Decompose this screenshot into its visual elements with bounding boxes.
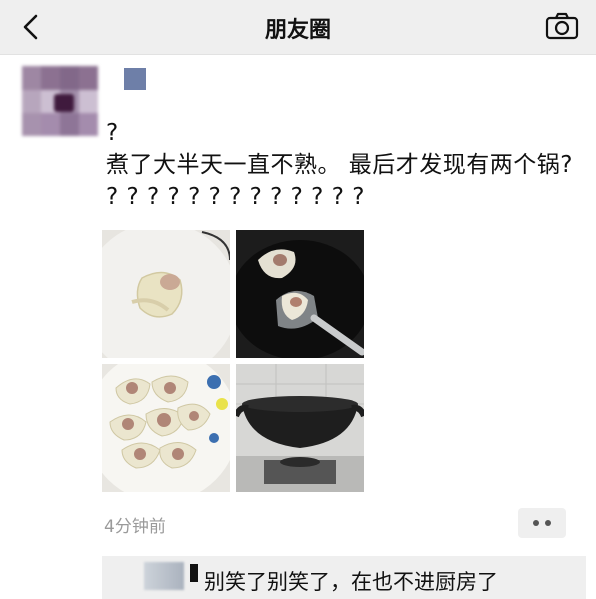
post-timestamp: 4分钟前: [104, 517, 166, 537]
more-actions-button[interactable]: [518, 508, 566, 538]
dot-icon: [545, 520, 551, 526]
dot-icon: [533, 520, 539, 526]
dumpling-photo[interactable]: [102, 230, 230, 358]
camera-icon: [545, 12, 579, 40]
commenter-name-redacted[interactable]: [144, 562, 184, 590]
comment-marker: [190, 564, 198, 582]
wok-on-stove-photo[interactable]: [236, 364, 364, 492]
camera-button[interactable]: [542, 8, 582, 44]
photo-grid: [102, 230, 364, 492]
spatula-dumplings-photo[interactable]: [236, 230, 364, 358]
page-title: 朋友圈: [264, 18, 331, 43]
plate-dumplings-photo[interactable]: [102, 364, 230, 492]
username-redacted[interactable]: [124, 68, 146, 90]
comment-section: 别笑了别笑了，在也不进厨房了: [102, 556, 586, 599]
avatar[interactable]: [22, 66, 98, 136]
post-text: ? 煮了大半天一直不熟。 最后才发现有两个锅? ? ? ? ? ? ? ? ? …: [106, 120, 574, 210]
top-navbar: 朋友圈: [0, 0, 596, 55]
comment-text: 别笑了别笑了，在也不进厨房了: [204, 570, 498, 594]
